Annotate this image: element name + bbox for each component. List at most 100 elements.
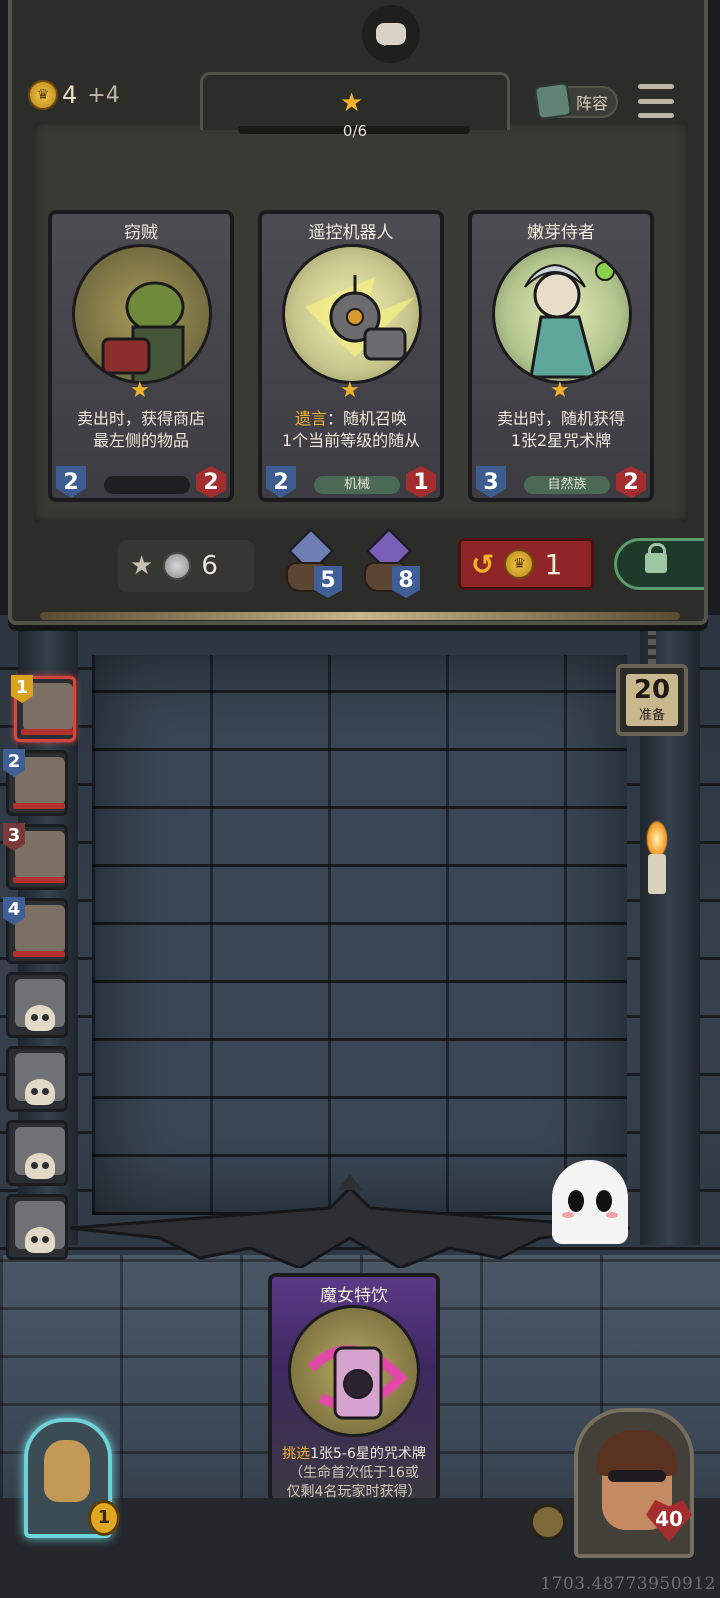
card-name: 魔女特饮 (320, 1286, 388, 1306)
round-timer-sign: 20 准备 (616, 664, 688, 736)
hand-card-witch-brew[interactable]: 魔女特饮 挑选1张5-6星的咒术牌 （生命首次低于16或 仅剩4名玩家时获得） (268, 1273, 440, 1503)
chat-icon (376, 23, 406, 46)
player-slot[interactable] (6, 1194, 68, 1260)
upgrade-cost: 6 (201, 551, 218, 581)
hand-card-text-line: 挑选1张5-6星的咒术牌 (272, 1445, 436, 1464)
treasure-badge: 1 (88, 1500, 120, 1536)
spell-pack-cost: 5 (314, 566, 342, 598)
card-text-rest: ：随机召唤 (327, 409, 408, 428)
player-slot[interactable] (6, 972, 68, 1038)
gold-display: ♛ 4 +4 (28, 80, 120, 110)
card-text: 卖出时，获得商店 最左侧的物品 (62, 408, 220, 452)
lineup-button[interactable]: 阵容 (533, 81, 618, 121)
card-name: 窃贼 (124, 223, 158, 243)
bat-crest-icon (70, 1174, 630, 1268)
witch-brew-art (288, 1305, 420, 1437)
card-star-icon: ★ (340, 378, 360, 403)
card-star-icon: ★ (130, 378, 150, 403)
skull-icon (25, 1079, 55, 1105)
card-health: 1 (406, 466, 436, 498)
card-text-line: 卖出时，获得商店 (76, 409, 205, 428)
card-keyword: 挑选 (282, 1446, 311, 1462)
hero-power-button[interactable] (530, 1504, 566, 1540)
refresh-shop-button[interactable]: ↺ ♛ 1 (458, 538, 594, 590)
torch-icon (640, 820, 674, 900)
refresh-cost: 1 (544, 547, 563, 581)
card-attack: 2 (266, 466, 296, 498)
player-slot[interactable]: 2 (3, 749, 68, 816)
hero-portrait[interactable] (574, 1408, 694, 1558)
player-health-bar (13, 877, 65, 883)
silver-coin-icon (163, 552, 192, 580)
timer-chain (648, 625, 656, 665)
spell-pack-cost: 8 (392, 566, 420, 598)
card-text-line: 卖出时，随机获得 (496, 409, 625, 428)
player-slot[interactable] (6, 1120, 68, 1186)
card-health: 2 (196, 466, 226, 498)
shop-card-remote-robot[interactable]: 遥控机器人 ★ 遗言：随机召唤 1个当前等级的随从 2 机械 1 (258, 210, 444, 502)
card-text-line: 1张2星咒术牌 (510, 431, 612, 450)
card-text-line: 遗言：随机召唤 (272, 408, 430, 430)
dryad-art (492, 244, 632, 384)
card-text: 卖出时，随机获得 1张2星咒术牌 (482, 408, 640, 452)
robot-art (282, 244, 422, 384)
tier-star-icon: ★ (340, 88, 364, 118)
goblin-thief-art (72, 244, 212, 384)
player-health-bar (13, 951, 65, 957)
hand-card-text: 挑选1张5-6星的咒术牌 （生命首次低于16或 仅剩4名玩家时获得） (272, 1445, 436, 1499)
gold-value: 4 (62, 81, 78, 109)
upgrade-tavern-button[interactable]: ★ 6 (118, 540, 254, 592)
hand-card-text-line: （生命首次低于16或 (289, 1465, 419, 1481)
lineup-book-icon (533, 81, 573, 121)
menu-icon-bar (638, 98, 674, 104)
card-name: 嫩芽侍者 (527, 223, 595, 243)
player-health-bar (21, 729, 73, 735)
treasure-slot[interactable]: 1 (14, 1418, 120, 1548)
card-text-line: 最左侧的物品 (92, 431, 189, 450)
lineup-label: 阵容 (575, 94, 608, 113)
coordinate-readout: 1703.48773950912 (540, 1574, 716, 1594)
card-text-line: 1个当前等级的随从 (281, 431, 421, 450)
card-attack: 2 (56, 466, 86, 498)
freeze-shop-button[interactable] (614, 538, 704, 590)
gold-coin-icon: ♛ (28, 80, 58, 110)
tier-progress-label: 0/6 (342, 122, 368, 140)
shop-card-sprout-attendant[interactable]: 嫩芽侍者 ★ 卖出时，随机获得 1张2星咒术牌 3 自然族 2 (468, 210, 654, 502)
gold-coin-icon: ♛ (504, 549, 535, 579)
menu-icon-bar (638, 113, 674, 118)
timer-value: 20 (633, 675, 671, 705)
card-text-rest: 1张5-6星的咒术牌 (310, 1446, 426, 1462)
card-health: 2 (616, 466, 646, 498)
skull-icon (25, 1005, 55, 1031)
player-slot[interactable]: 4 (3, 897, 68, 964)
player-slot[interactable] (6, 1046, 68, 1112)
shop-divider (40, 612, 680, 620)
card-star-icon: ★ (550, 378, 570, 403)
chat-button[interactable] (362, 5, 420, 63)
player-slot[interactable]: 1 (11, 675, 76, 742)
card-name: 遥控机器人 (308, 223, 394, 243)
brick-wall (92, 655, 627, 1215)
menu-button[interactable] (638, 84, 674, 118)
card-text: 遗言：随机召唤 1个当前等级的随从 (272, 408, 430, 452)
menu-icon-bar (638, 84, 674, 89)
card-tribe: 自然族 (524, 476, 610, 494)
spell-pack-button-2[interactable]: 8 (360, 526, 430, 600)
treasure-portrait (44, 1440, 90, 1502)
skull-icon (25, 1227, 55, 1253)
card-keyword: 遗言 (294, 409, 327, 428)
skull-icon (25, 1153, 55, 1179)
player-slot[interactable]: 3 (3, 823, 68, 890)
card-attack: 3 (476, 466, 506, 498)
card-tribe: 机械 (314, 476, 400, 494)
timer-label: 准备 (638, 708, 665, 723)
ghost-companion-icon[interactable] (552, 1160, 628, 1244)
refresh-icon: ↺ (471, 547, 495, 581)
unlock-icon (645, 543, 667, 573)
upgrade-star-icon: ★ (130, 551, 154, 581)
card-tribe-empty (104, 476, 190, 494)
shop-card-thief[interactable]: 窃贼 ★ 卖出时，获得商店 最左侧的物品 2 2 (48, 210, 234, 502)
gold-income: +4 (87, 82, 120, 108)
spell-pack-button-1[interactable]: 5 (282, 526, 352, 600)
hero-mask (608, 1470, 666, 1482)
